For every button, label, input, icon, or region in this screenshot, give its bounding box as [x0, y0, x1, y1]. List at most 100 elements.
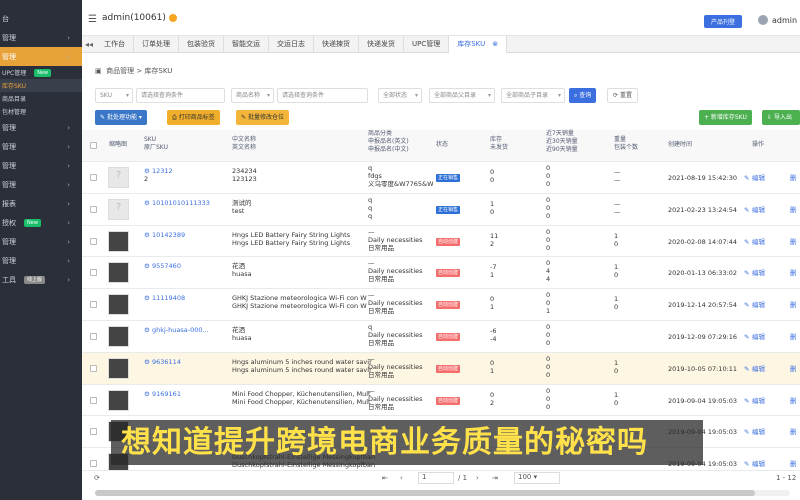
sidebar-item[interactable]: 包材管理 [0, 105, 82, 118]
edit-icon[interactable]: ✎ [744, 269, 749, 277]
sidebar-item[interactable]: 授权 New › [0, 213, 82, 232]
row-checkbox[interactable] [90, 301, 97, 309]
tab-item[interactable]: 库存SKU ⊗ [449, 35, 508, 53]
page-input[interactable]: 1 [418, 472, 454, 484]
gear-icon[interactable]: ⚙ [144, 262, 150, 270]
sku-link[interactable]: 10142389 [152, 231, 185, 239]
product-thumbnail[interactable] [108, 357, 129, 379]
sidebar-item[interactable]: 报表 › [0, 194, 82, 213]
tab-item[interactable]: 快递揀货 [314, 35, 359, 53]
horizontal-scrollbar[interactable] [95, 490, 790, 496]
status-select[interactable]: 全部状态 [378, 88, 422, 103]
product-thumbnail[interactable] [108, 262, 129, 284]
row-checkbox[interactable] [90, 237, 97, 245]
edit-icon[interactable]: ✎ [744, 206, 749, 214]
table-row[interactable]: ⚙10101010111333测试的testqqq正在销售10000——2021… [82, 194, 800, 226]
sidebar-item[interactable]: 管理 › [0, 137, 82, 156]
page-size-select[interactable]: 100 ▾ [514, 472, 560, 484]
delete-link[interactable]: 删 [790, 333, 797, 341]
prev-page-icon[interactable]: ‹ [400, 474, 403, 482]
gear-icon[interactable]: ⚙ [144, 199, 150, 207]
scrollbar-thumb[interactable] [95, 490, 755, 496]
sidebar-item[interactable]: 工具 线上版 › [0, 270, 82, 289]
edit-link[interactable]: 编辑 [752, 301, 780, 309]
sku-link[interactable]: 12312 [152, 167, 173, 175]
search-button[interactable]: ⌕ 查询 [569, 88, 597, 103]
delete-link[interactable]: 删 [790, 174, 797, 182]
delete-link[interactable]: 删 [790, 238, 797, 246]
edit-icon[interactable]: ✎ [744, 365, 749, 373]
tab-item[interactable]: 智能交运 [224, 35, 269, 53]
row-checkbox[interactable] [90, 174, 97, 181]
product-thumbnail[interactable] [108, 230, 129, 252]
sku-link[interactable]: 9169161 [152, 390, 181, 398]
sidebar-item[interactable]: 管理 › [0, 175, 82, 194]
table-row[interactable]: ⚙123122 234234123123 qfdgs义乌零度&W7765&W正在销售… [82, 162, 800, 194]
sidebar-item[interactable]: 库存SKU [0, 79, 82, 92]
edit-icon[interactable]: ✎ [744, 397, 749, 405]
parent-category-select[interactable]: 全部商品父目录 [429, 88, 495, 103]
gear-icon[interactable]: ⚙ [144, 390, 150, 398]
delete-link[interactable]: 删 [790, 428, 797, 436]
edit-icon[interactable]: ✎ [744, 301, 749, 309]
sidebar-item[interactable]: 管理 › [0, 47, 82, 66]
edit-icon[interactable]: ✎ [744, 238, 749, 246]
sku-link[interactable]: 11119408 [152, 294, 185, 302]
breadcrumb-item[interactable]: 商品管理 [106, 67, 134, 75]
row-checkbox[interactable] [90, 205, 97, 213]
product-thumbnail[interactable] [108, 325, 129, 347]
gear-icon[interactable]: ⚙ [144, 294, 150, 302]
name-select[interactable]: 商品名称 [231, 88, 274, 103]
add-sku-button[interactable]: + 新增库存SKU [699, 110, 752, 125]
next-page-icon[interactable]: › [476, 474, 479, 482]
table-row[interactable]: ⚙ 9169161 Mini Food Chopper, Küchenutensil… [82, 385, 800, 417]
sku-select[interactable]: SKU [95, 88, 133, 103]
edit-link[interactable]: 编辑 [752, 397, 780, 405]
last-page-icon[interactable]: ⇥ [492, 474, 498, 482]
delete-link[interactable]: 删 [790, 397, 797, 405]
tab-item[interactable]: 工作台 [96, 35, 134, 53]
gear-icon[interactable]: ⚙ [144, 231, 150, 239]
sku-link[interactable]: ghkj-huasa-000... [152, 326, 209, 334]
delete-link[interactable]: 删 [790, 460, 797, 468]
sku-link[interactable]: 9557460 [152, 262, 181, 270]
delete-link[interactable]: 删 [790, 301, 797, 309]
first-page-icon[interactable]: ⇤ [382, 474, 388, 482]
edit-link[interactable]: 编辑 [752, 428, 780, 436]
row-checkbox[interactable] [90, 428, 97, 436]
table-row[interactable]: ⚙ 10142389 Hngs LED Battery Fairy String L… [82, 226, 800, 258]
tab-prev-icon[interactable]: ◂◂ [82, 40, 96, 49]
sidebar-item[interactable]: 管理 › [0, 232, 82, 251]
product-thumbnail[interactable] [108, 198, 129, 220]
reset-button[interactable]: ⟳ 重置 [607, 88, 638, 103]
delete-link[interactable]: 删 [790, 206, 797, 214]
refresh-icon[interactable]: ⟳ [94, 474, 100, 482]
edit-icon[interactable]: ✎ [744, 428, 749, 436]
avatar[interactable] [758, 15, 768, 25]
row-checkbox[interactable] [90, 396, 97, 404]
menu-toggle-icon[interactable]: ☰ [88, 14, 97, 25]
product-thumbnail[interactable] [108, 294, 129, 316]
tab-item[interactable]: 交运日志 [269, 35, 314, 53]
product-thumbnail[interactable] [108, 167, 129, 188]
row-checkbox[interactable] [90, 460, 97, 468]
gear-icon[interactable]: ⚙ [144, 326, 150, 334]
batch-location-button[interactable]: ✎ 批量修改仓位 [236, 110, 289, 125]
edit-link[interactable]: 编辑 [752, 238, 780, 246]
product-thumbnail[interactable] [108, 389, 129, 411]
table-row[interactable]: ⚙ ghkj-huasa-000... 花洒 huasa q Daily necessit… [82, 321, 800, 353]
close-tab-icon[interactable]: ⊗ [492, 40, 498, 48]
user-name[interactable]: admin [772, 16, 797, 25]
tab-item[interactable]: UPC管理 [404, 35, 450, 53]
sku-link[interactable]: 9636114 [152, 358, 181, 366]
sidebar-item[interactable]: 管理 › [0, 28, 82, 47]
edit-link[interactable]: 编辑 [752, 365, 780, 373]
edit-link[interactable]: 编辑 [752, 333, 780, 341]
edit-link[interactable]: 编辑 [752, 460, 780, 468]
edit-link[interactable]: 编辑 [752, 269, 780, 277]
select-all-checkbox[interactable] [90, 142, 97, 149]
gear-icon[interactable]: ⚙ [144, 358, 150, 366]
product-listing-button[interactable]: 产品刊登 [704, 15, 743, 28]
edit-link[interactable]: 编辑 [752, 206, 780, 214]
table-row[interactable]: ⚙ 9557460 花洒 huasa — Daily necessities 日常用品 自动创… [82, 257, 800, 290]
